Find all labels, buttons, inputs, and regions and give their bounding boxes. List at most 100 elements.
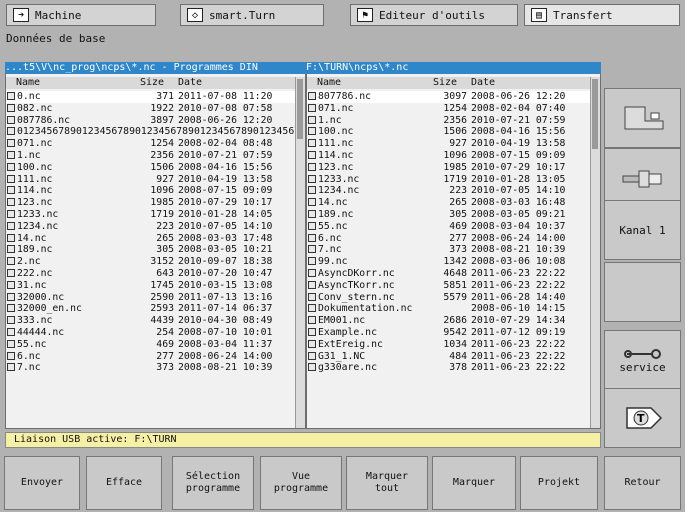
- side-key-lathe[interactable]: [604, 88, 681, 148]
- file-row[interactable]: 32000_en.nc 2593 2011-07-14 06:37: [6, 303, 305, 315]
- side-key-service[interactable]: service: [604, 330, 681, 390]
- screen: ➜ Machine ◇ smart.Turn ⚑ Editeur d'outil…: [0, 0, 685, 512]
- file-row[interactable]: 082.nc 1922 2010-07-08 07:58: [6, 103, 305, 115]
- file-size: 373: [449, 244, 467, 256]
- retour-button[interactable]: Retour: [604, 456, 681, 510]
- left-scrollbar[interactable]: [295, 77, 305, 428]
- file-row[interactable]: g330are.nc 378 2011-06-23 22:22: [307, 362, 600, 374]
- file-date: 2008-02-04 08:48: [178, 138, 273, 150]
- file-row[interactable]: AsyncTKorr.nc 5851 2011-06-23 22:22: [307, 280, 600, 292]
- header-size[interactable]: Size: [140, 77, 164, 89]
- file-row[interactable]: ExtEreig.nc 1034 2011-06-23 22:22: [307, 339, 600, 351]
- file-row[interactable]: 114.nc 1096 2008-07-15 09:09: [6, 185, 305, 197]
- file-row[interactable]: Example.nc 9542 2011-07-12 09:19: [307, 327, 600, 339]
- file-name: 123.nc: [308, 162, 353, 174]
- file-row[interactable]: 14.nc 265 2008-03-03 16:48: [307, 197, 600, 209]
- file-row[interactable]: 111.nc 927 2010-04-19 13:58: [307, 138, 600, 150]
- file-row[interactable]: 2.nc 3152 2010-09-07 18:38: [6, 256, 305, 268]
- file-date: 2011-06-23 22:22: [471, 338, 566, 350]
- file-row[interactable]: 55.nc 469 2008-03-04 10:37: [307, 221, 600, 233]
- file-size: 1985: [150, 197, 174, 209]
- marquer-tout-button[interactable]: Marquer tout: [346, 456, 428, 510]
- file-row[interactable]: 189.nc 305 2008-03-05 10:21: [6, 244, 305, 256]
- file-icon: [7, 280, 15, 289]
- file-name: 1233.nc: [308, 174, 359, 186]
- envoyer-button[interactable]: Envoyer: [4, 456, 80, 510]
- tab-smart-turn[interactable]: ◇ smart.Turn: [180, 4, 324, 26]
- tab-editeur-outils[interactable]: ⚑ Editeur d'outils: [350, 4, 518, 26]
- file-row[interactable]: 189.nc 305 2008-03-05 09:21: [307, 209, 600, 221]
- file-row[interactable]: 14.nc 265 2008-03-03 17:48: [6, 233, 305, 245]
- file-row[interactable]: 6.nc 277 2008-06-24 14:00: [6, 351, 305, 363]
- file-size: 1254: [443, 102, 467, 114]
- file-row[interactable]: 1.nc 2356 2010-07-21 07:59: [6, 150, 305, 162]
- file-row[interactable]: 071.nc 1254 2008-02-04 08:48: [6, 138, 305, 150]
- file-date: 2010-04-30 08:49: [178, 315, 273, 327]
- side-key-blank[interactable]: [604, 262, 681, 322]
- file-row[interactable]: 1234.nc 223 2010-07-05 14:10: [307, 185, 600, 197]
- file-date: 2010-07-21 07:59: [178, 149, 273, 161]
- file-row[interactable]: 123.nc 1985 2010-07-29 10:17: [6, 197, 305, 209]
- file-icon: [7, 245, 15, 254]
- file-row[interactable]: Conv_stern.nc 5579 2011-06-28 14:40: [307, 292, 600, 304]
- file-row[interactable]: 1233.nc 1719 2010-01-28 14:05: [6, 209, 305, 221]
- file-row[interactable]: 100.nc 1506 2008-04-16 15:56: [307, 126, 600, 138]
- file-row[interactable]: G31_1.NC 484 2011-06-23 22:22: [307, 351, 600, 363]
- svg-text:T: T: [637, 412, 645, 425]
- file-row[interactable]: 123.nc 1985 2010-07-29 10:17: [307, 162, 600, 174]
- file-row[interactable]: 0.nc 371 2011-07-08 11:20: [6, 91, 305, 103]
- file-name: 0123456789012345678901234567890123456789…: [7, 126, 305, 138]
- file-row[interactable]: AsyncDKorr.nc 4648 2011-06-23 22:22: [307, 268, 600, 280]
- file-icon: [7, 103, 15, 112]
- file-row[interactable]: 1234.nc 223 2010-07-05 14:10: [6, 221, 305, 233]
- file-name-text: 333.nc: [17, 315, 53, 327]
- file-row[interactable]: 087786.nc 3897 2008-06-26 12:20: [6, 115, 305, 127]
- file-row[interactable]: 1233.nc 1719 2010-01-28 13:05: [307, 174, 600, 186]
- side-key-kanal[interactable]: Kanal 1: [604, 200, 681, 260]
- vue-programme-button[interactable]: Vue programme: [260, 456, 342, 510]
- file-row[interactable]: 114.nc 1096 2008-07-15 09:09: [307, 150, 600, 162]
- file-row[interactable]: 111.nc 927 2010-04-19 13:58: [6, 174, 305, 186]
- file-row[interactable]: 333.nc 4439 2010-04-30 08:49: [6, 315, 305, 327]
- side-key-tool-holder[interactable]: [604, 148, 681, 208]
- file-name: 114.nc: [308, 150, 353, 162]
- header-date[interactable]: Date: [471, 77, 495, 89]
- header-size[interactable]: Size: [433, 77, 457, 89]
- file-row[interactable]: 071.nc 1254 2008-02-04 07:40: [307, 103, 600, 115]
- right-scrollbar[interactable]: [590, 77, 600, 428]
- left-file-list[interactable]: Name Size Date 0.nc 371 2011-07-08 11:20 08…: [5, 64, 306, 429]
- selection-programme-button[interactable]: Sélection programme: [172, 456, 254, 510]
- right-scroll-thumb[interactable]: [592, 79, 598, 149]
- file-row[interactable]: 807786.nc 3097 2008-06-26 12:20: [307, 91, 600, 103]
- file-name: 99.nc: [308, 256, 348, 268]
- marquer-button[interactable]: Marquer: [432, 456, 516, 510]
- file-row[interactable]: 100.nc 1506 2008-04-16 15:56: [6, 162, 305, 174]
- file-row[interactable]: 7.nc 373 2008-08-21 10:39: [6, 362, 305, 374]
- header-name[interactable]: Name: [317, 77, 341, 89]
- tab-machine[interactable]: ➜ Machine: [6, 4, 156, 26]
- file-icon: [7, 304, 15, 313]
- file-row[interactable]: 222.nc 643 2010-07-20 10:47: [6, 268, 305, 280]
- file-row[interactable]: Dokumentation.nc 2008-06-10 14:15: [307, 303, 600, 315]
- efface-button[interactable]: Efface: [86, 456, 162, 510]
- file-row[interactable]: 44444.nc 254 2008-07-10 10:01: [6, 327, 305, 339]
- side-key-t-arrow[interactable]: T: [604, 388, 681, 448]
- file-row[interactable]: EM001.nc 2686 2010-07-29 14:34: [307, 315, 600, 327]
- file-row[interactable]: 31.nc 1745 2010-03-15 13:08: [6, 280, 305, 292]
- projekt-button[interactable]: Projekt: [520, 456, 598, 510]
- header-name[interactable]: Name: [16, 77, 40, 89]
- right-file-list[interactable]: Name Size Date 807786.nc 3097 2008-06-26 1…: [306, 64, 601, 429]
- file-row[interactable]: 32000.nc 2590 2011-07-13 13:16: [6, 292, 305, 304]
- file-row[interactable]: 6.nc 277 2008-06-24 14:00: [307, 233, 600, 245]
- file-row[interactable]: 99.nc 1342 2008-03-06 10:08: [307, 256, 600, 268]
- left-scroll-thumb[interactable]: [297, 79, 303, 139]
- tab-transfert[interactable]: ▤ Transfert: [524, 4, 680, 26]
- file-date: 2010-04-19 13:58: [178, 173, 273, 185]
- header-date[interactable]: Date: [178, 77, 202, 89]
- file-name: 0.nc: [7, 91, 41, 103]
- file-row[interactable]: 0123456789012345678901234567890123456789…: [6, 126, 305, 138]
- file-row[interactable]: 55.nc 469 2008-03-04 11:37: [6, 339, 305, 351]
- file-row[interactable]: 1.nc 2356 2010-07-21 07:59: [307, 115, 600, 127]
- right-rows: 807786.nc 3097 2008-06-26 12:20 071.nc 1254 2…: [307, 91, 600, 374]
- file-row[interactable]: 7.nc 373 2008-08-21 10:39: [307, 244, 600, 256]
